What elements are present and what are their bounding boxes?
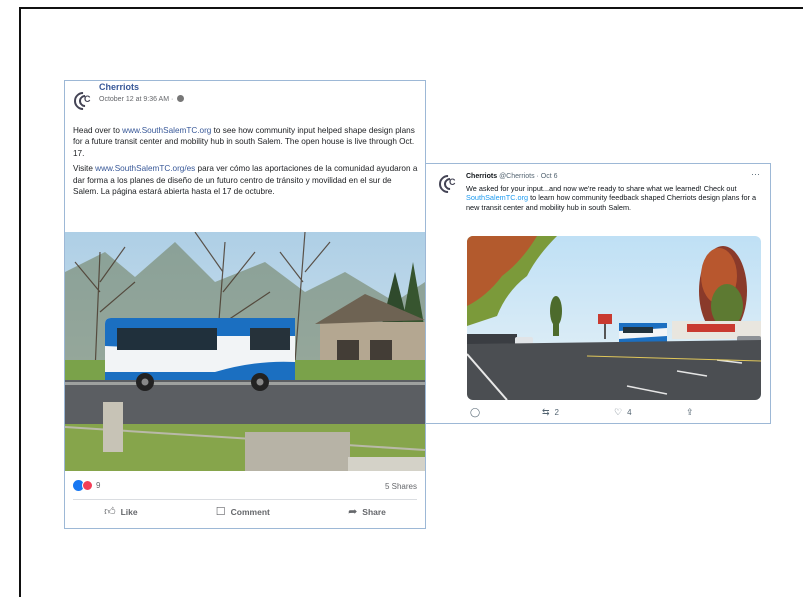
tweet-text: We asked for your input...and now we're … [466,184,757,212]
like-button[interactable]: 👍︎ Like [104,505,138,518]
post-header: C [70,88,97,114]
retweet-icon: ⇆ [542,407,550,417]
love-reaction-icon [82,480,93,491]
retweet-button[interactable]: ⇆ 2 [542,407,614,418]
tweet-link[interactable]: SouthSalemTC.org [466,193,528,202]
share-button[interactable]: ➦ Share [348,505,386,518]
facebook-post: C Cherriots October 12 at 9:36 AM · Head… [64,80,426,529]
upload-icon: ⇪ [686,407,694,417]
post-body: Head over to www.SouthSalemTC.org to see… [73,125,419,201]
post-paragraph-english: Head over to www.SouthSalemTC.org to see… [73,126,415,158]
heart-icon: ♡ [614,407,623,417]
post-footer: 9 5 Shares 👍︎ Like ☐ Comment ➦ Share [65,477,425,529]
reply-icon: ◯ [470,407,481,417]
share-count-link[interactable]: 5 Shares [385,482,417,491]
tweet-card: C Cherriots @Cherriots · Oct 6 ··· We as… [425,163,771,424]
tweet-photo-street[interactable] [467,236,761,400]
tweet-header: Cherriots @Cherriots · Oct 6 [466,173,558,180]
share-button[interactable]: ⇪ [686,407,758,418]
share-arrow-icon: ➦ [348,506,358,518]
reaction-summary[interactable]: 9 [73,480,100,491]
comment-icon: ☐ [215,506,226,518]
post-photo-bus[interactable] [65,232,425,471]
more-options-icon[interactable]: ··· [751,169,760,179]
cherriots-avatar-icon[interactable]: C [435,171,462,197]
footer-divider [73,499,417,500]
tweet-handle-date[interactable]: @Cherriots · Oct 6 [499,173,557,180]
south-salem-link[interactable]: www.SouthSalemTC.org [122,126,211,135]
reaction-count: 9 [96,481,101,490]
thumbs-up-icon: 👍︎ [104,506,116,518]
page-name-link[interactable]: Cherriots [99,82,139,92]
comment-button[interactable]: ☐ Comment [216,505,270,518]
tweet-action-bar: ◯ ⇆ 2 ♡ 4 ⇪ [470,407,760,418]
globe-icon [177,95,185,102]
post-action-bar: 👍︎ Like ☐ Comment ➦ Share [65,505,425,518]
south-salem-es-link[interactable]: www.SouthSalemTC.org/es [95,164,195,173]
post-timestamp[interactable]: October 12 at 9:36 AM · [99,95,185,103]
tweet-author-name[interactable]: Cherriots [466,173,497,180]
cherriots-logo-icon[interactable]: C [70,88,97,114]
like-button[interactable]: ♡ 4 [614,407,686,418]
reply-button[interactable]: ◯ [470,407,542,418]
post-paragraph-spanish: Visite www.SouthSalemTC.org/es para ver … [73,164,418,197]
